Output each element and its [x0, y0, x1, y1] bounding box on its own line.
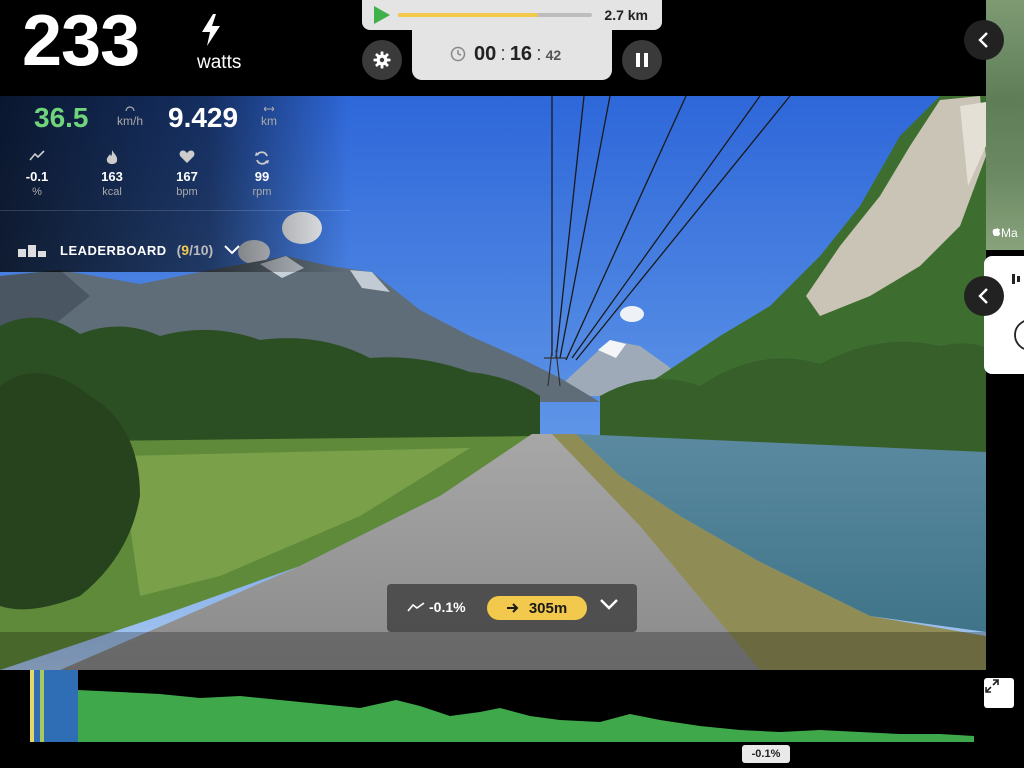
distance-value: 9.429: [168, 102, 239, 133]
flame-icon: [106, 150, 118, 164]
profile-position-marker: [30, 670, 34, 742]
elevation-profile: -0.1%: [0, 670, 1024, 768]
timer-separator: :: [536, 43, 542, 65]
grade-icon: [407, 602, 425, 612]
chevron-left-icon: [978, 32, 988, 48]
next-segment-distance: 305m: [487, 596, 587, 620]
fullscreen-button[interactable]: [984, 678, 1014, 708]
leaderboard-total: /10): [189, 242, 214, 258]
settings-button[interactable]: [362, 40, 402, 80]
leaderboard-position: (9/10): [177, 242, 214, 258]
stats-divider: [0, 210, 350, 211]
speed-unit: km/h: [117, 102, 143, 128]
timer-hours: 00: [474, 43, 497, 65]
map-attribution-text: Ma: [1001, 226, 1018, 240]
speed-unit-label: km/h: [117, 114, 144, 128]
speed-value: 36.5: [34, 102, 89, 133]
metric-heart-rate: 167 bpm: [162, 150, 212, 198]
power-unit: watts: [197, 52, 242, 73]
current-grade-value: -0.1%: [429, 599, 466, 615]
stats-panel: 36.5 km/h 9.429 km -0.1 % 163 kcal 167 b…: [0, 96, 350, 272]
metric-calories-value: 163: [101, 169, 123, 184]
metric-cadence-value: 99: [254, 169, 270, 184]
leaderboard-label: LEADERBOARD: [60, 242, 167, 258]
distance-arrows-icon: [263, 106, 275, 112]
metric-calories-label: kcal: [102, 186, 122, 198]
next-segment-value: 305m: [528, 599, 568, 617]
timer-separator: :: [500, 43, 506, 65]
metric-cadence: 99 rpm: [237, 150, 287, 198]
elevation-profile-area: [78, 690, 974, 742]
bike-trainer-icon: [1012, 274, 1020, 284]
leaderboard-bars-icon: [18, 245, 46, 257]
play-icon[interactable]: [374, 6, 390, 24]
metric-heart-rate-label: bpm: [176, 186, 198, 198]
metric-calories: 163 kcal: [87, 150, 137, 198]
grade-expand-button[interactable]: [599, 598, 619, 617]
progress-fill: [398, 13, 538, 17]
pause-icon: [636, 53, 648, 67]
metric-grade-value: -0.1: [25, 169, 49, 184]
progress-track[interactable]: [398, 13, 592, 17]
chevron-down-icon: [224, 245, 240, 255]
expand-icon: [985, 679, 999, 693]
map-attribution: Ma: [992, 226, 1018, 240]
profile-start-marker: [40, 670, 44, 742]
leaderboard-rank: 9: [181, 242, 190, 258]
distance-unit-label: km: [261, 114, 277, 128]
speedometer-icon: [125, 106, 135, 112]
metric-grade: -0.1 %: [12, 150, 62, 198]
distance-unit: km: [261, 102, 277, 128]
circle-button-icon[interactable]: [1012, 318, 1024, 352]
power-value: 233: [22, 1, 140, 81]
timer-seconds: 42: [545, 47, 562, 63]
current-grade: -0.1%: [407, 599, 466, 615]
grade-icon: [29, 150, 45, 161]
map-collapse-button[interactable]: [964, 20, 1004, 60]
route-progress: 2.7 km: [362, 0, 662, 30]
cadence-icon: [255, 151, 269, 165]
gear-icon: [373, 51, 391, 69]
pause-button[interactable]: [622, 40, 662, 80]
route-distance-total: 2.7 km: [604, 7, 648, 23]
metric-cadence-label: rpm: [252, 186, 272, 198]
apple-logo-icon: [992, 228, 1001, 236]
metric-grade-label: %: [32, 186, 42, 198]
chevron-left-icon: [978, 288, 988, 304]
profile-completed-segment: [30, 670, 78, 742]
top-bar: 233 watts 2.7 km 00:16:42: [0, 0, 986, 96]
bolt-icon: [202, 14, 220, 46]
profile-grade-tag: -0.1%: [742, 745, 790, 763]
chevron-down-icon: [600, 599, 618, 610]
metric-heart-rate-value: 167: [176, 169, 198, 184]
timer-minutes: 16: [509, 43, 533, 65]
clock-icon: [450, 46, 466, 62]
arrow-right-icon: [506, 603, 519, 613]
leaderboard-toggle[interactable]: LEADERBOARD (9/10): [18, 238, 241, 262]
side-panel-collapse-button[interactable]: [964, 276, 1004, 316]
timer-text: 00:16:42: [474, 43, 561, 66]
grade-indicator: -0.1% 305m: [387, 584, 637, 632]
heart-icon: [179, 150, 195, 163]
timer: 00:16:42: [412, 30, 612, 80]
